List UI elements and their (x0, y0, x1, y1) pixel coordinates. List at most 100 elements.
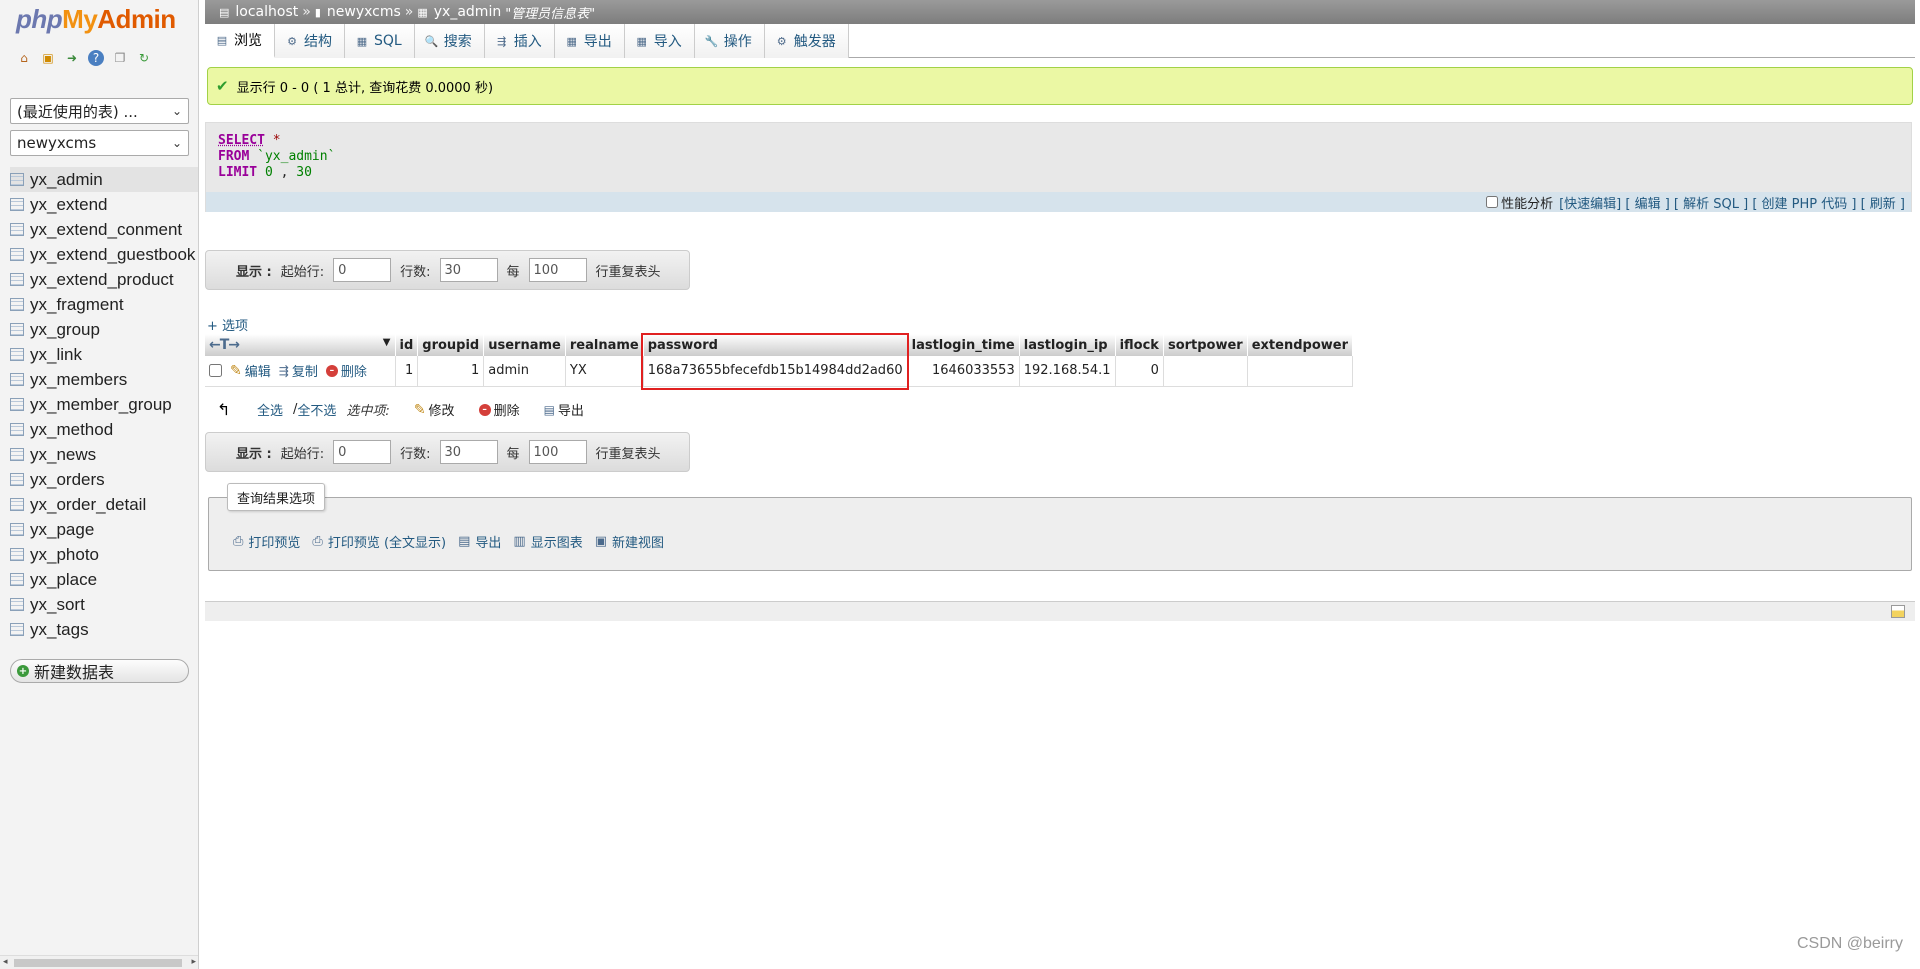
recent-tables-select[interactable]: (最近使用的表) ... ⌄ (10, 98, 189, 124)
scroll-right-icon[interactable]: ▸ (191, 957, 196, 967)
cell-password[interactable]: 168a73655bfecefdb15b14984dd2ad60 (643, 356, 908, 387)
breadcrumb-table[interactable]: yx_admin (434, 4, 501, 20)
bulk-delete-button[interactable]: – 删除 (478, 400, 520, 419)
cell-iflock[interactable]: 0 (1115, 356, 1164, 387)
docs-icon[interactable]: ❐ (112, 50, 128, 66)
query-window-icon[interactable]: ➜ (64, 50, 80, 66)
table-icon (10, 498, 24, 511)
sql-code[interactable]: SELECT * FROM `yx_admin` LIMIT 0 , 30 (218, 133, 335, 181)
column-header-password[interactable]: password (643, 334, 908, 356)
column-header-groupid[interactable]: groupid (417, 334, 485, 356)
column-arrows-icon[interactable]: ←T→ (209, 337, 240, 353)
sidebar-table-item[interactable]: yx_photo (10, 542, 198, 567)
export-link[interactable]: ▤ 导出 (458, 532, 501, 551)
tab-insert[interactable]: ⇶ 插入 (484, 24, 555, 58)
row-count-input-bottom[interactable] (439, 440, 498, 464)
cell-username[interactable]: admin (483, 356, 566, 387)
cell-sortpower[interactable] (1163, 356, 1248, 387)
print-preview-full-link[interactable]: ⎙ 打印预览 (全文显示) (312, 532, 446, 551)
sidebar-table-item[interactable]: yx_extend_conment (10, 217, 198, 242)
arrow-up-icon: ↰ (217, 400, 231, 419)
sidebar-horizontal-scrollbar[interactable]: ◂ ▸ (0, 955, 198, 969)
options-link[interactable]: + 选项 (207, 315, 248, 334)
cell-id[interactable]: 1 (395, 356, 419, 387)
tab-import[interactable]: ▦ 导入 (624, 24, 695, 58)
row-checkbox[interactable] (209, 364, 222, 378)
sql-icon: ▦ (356, 34, 368, 48)
reload-icon[interactable]: ↻ (136, 50, 152, 66)
check-all-link[interactable]: 全选 (257, 400, 283, 419)
breadcrumb-server[interactable]: localhost (235, 4, 298, 20)
column-header-id[interactable]: id (395, 334, 419, 356)
column-header-username[interactable]: username (483, 334, 566, 356)
sidebar-table-item[interactable]: yx_extend_guestbook (10, 242, 198, 267)
sidebar-table-item[interactable]: yx_place (10, 567, 198, 592)
database-select[interactable]: newyxcms ⌄ (10, 130, 189, 156)
sidebar-table-item[interactable]: yx_link (10, 342, 198, 367)
sidebar-table-item[interactable]: yx_orders (10, 467, 198, 492)
start-row-input-bottom[interactable] (333, 440, 392, 464)
home-icon[interactable]: ⌂ (16, 50, 32, 66)
tab-export[interactable]: ▦ 导出 (554, 24, 625, 58)
logout-icon[interactable]: ▣ (40, 50, 56, 66)
sql-action-links[interactable]: [快速编辑] [ 编辑 ] [ 解析 SQL ] [ 创建 PHP 代码 ] [… (1559, 193, 1905, 212)
breadcrumb: ▤ localhost » ▮ newyxcms » ▦ yx_admin "管… (205, 0, 1915, 24)
breadcrumb-database[interactable]: newyxcms (327, 4, 401, 20)
sidebar-table-item[interactable]: yx_method (10, 417, 198, 442)
sidebar-table-item[interactable]: yx_order_detail (10, 492, 198, 517)
help-icon[interactable]: ? (88, 50, 104, 66)
scroll-thumb[interactable] (14, 959, 182, 967)
sidebar-table-label: yx_method (30, 419, 114, 439)
display-chart-link[interactable]: ▥ 显示图表 (513, 532, 582, 551)
cell-lastlogin_ip[interactable]: 192.168.54.1 (1019, 356, 1116, 387)
create-view-link[interactable]: ▣ 新建视图 (595, 532, 664, 551)
row-count-input[interactable] (439, 258, 498, 282)
profiling-checkbox[interactable] (1486, 196, 1499, 208)
sort-dropdown-icon[interactable]: ▼ (383, 337, 391, 348)
column-header-extendpower[interactable]: extendpower (1247, 334, 1354, 356)
tab-browse[interactable]: ▤ 浏览 (205, 24, 275, 58)
column-header-lastlogin_time[interactable]: lastlogin_time (907, 334, 1020, 356)
sidebar-table-item[interactable]: yx_tags (10, 617, 198, 642)
sidebar-table-item[interactable]: yx_extend_product (10, 267, 198, 292)
column-header-lastlogin_ip[interactable]: lastlogin_ip (1019, 334, 1116, 356)
row-edit-button[interactable]: ✎ 编辑 (230, 361, 271, 381)
tab-search[interactable]: 🔍 搜索 (414, 24, 485, 58)
column-header-sortpower[interactable]: sortpower (1163, 334, 1248, 356)
sidebar-table-item[interactable]: yx_sort (10, 592, 198, 617)
column-header-realname[interactable]: realname (565, 334, 644, 356)
repeat-header-input-bottom[interactable] (528, 440, 587, 464)
cell-realname[interactable]: YX (565, 356, 644, 387)
row-copy-button[interactable]: ⇶ 复制 (279, 361, 318, 381)
column-controls-header[interactable]: ←T→ ▼ (205, 334, 396, 356)
sidebar-table-item[interactable]: yx_fragment (10, 292, 198, 317)
sidebar-table-item[interactable]: yx_members (10, 367, 198, 392)
console-icon[interactable] (1891, 605, 1905, 618)
sidebar-table-item[interactable]: yx_admin (10, 167, 198, 192)
bulk-export-button[interactable]: ▤ 导出 (544, 400, 584, 420)
sidebar-table-item[interactable]: yx_page (10, 517, 198, 542)
tab-operations[interactable]: 🔧 操作 (694, 24, 765, 58)
uncheck-all-link[interactable]: 全不选 (297, 400, 336, 419)
phpmyadmin-logo[interactable]: phpMyAdmin (16, 4, 176, 35)
repeat-header-input[interactable] (528, 258, 587, 282)
cell-extendpower[interactable] (1247, 356, 1354, 387)
row-delete-button[interactable]: – 删除 (325, 361, 367, 380)
cell-groupid[interactable]: 1 (417, 356, 485, 387)
sql-query-box: SELECT * FROM `yx_admin` LIMIT 0 , 30 性能… (205, 122, 1912, 212)
start-row-input[interactable] (333, 258, 392, 282)
cell-lastlogin_time[interactable]: 1646033553 (907, 356, 1020, 387)
tab-structure[interactable]: ⚙ 结构 (275, 24, 345, 58)
scroll-left-icon[interactable]: ◂ (3, 957, 8, 967)
import-icon: ▦ (636, 34, 647, 48)
tab-sql[interactable]: ▦ SQL (345, 24, 415, 58)
tab-triggers[interactable]: ⚙ 触发器 (764, 24, 849, 58)
print-preview-link[interactable]: ⎙ 打印预览 (233, 532, 300, 551)
bulk-edit-button[interactable]: ✎ 修改 (414, 400, 455, 420)
sidebar-table-item[interactable]: yx_member_group (10, 392, 198, 417)
sidebar-table-item[interactable]: yx_group (10, 317, 198, 342)
sidebar-table-item[interactable]: yx_news (10, 442, 198, 467)
new-table-button[interactable]: + 新建数据表 (10, 659, 189, 683)
sidebar-table-item[interactable]: yx_extend (10, 192, 198, 217)
column-header-iflock[interactable]: iflock (1115, 334, 1164, 356)
